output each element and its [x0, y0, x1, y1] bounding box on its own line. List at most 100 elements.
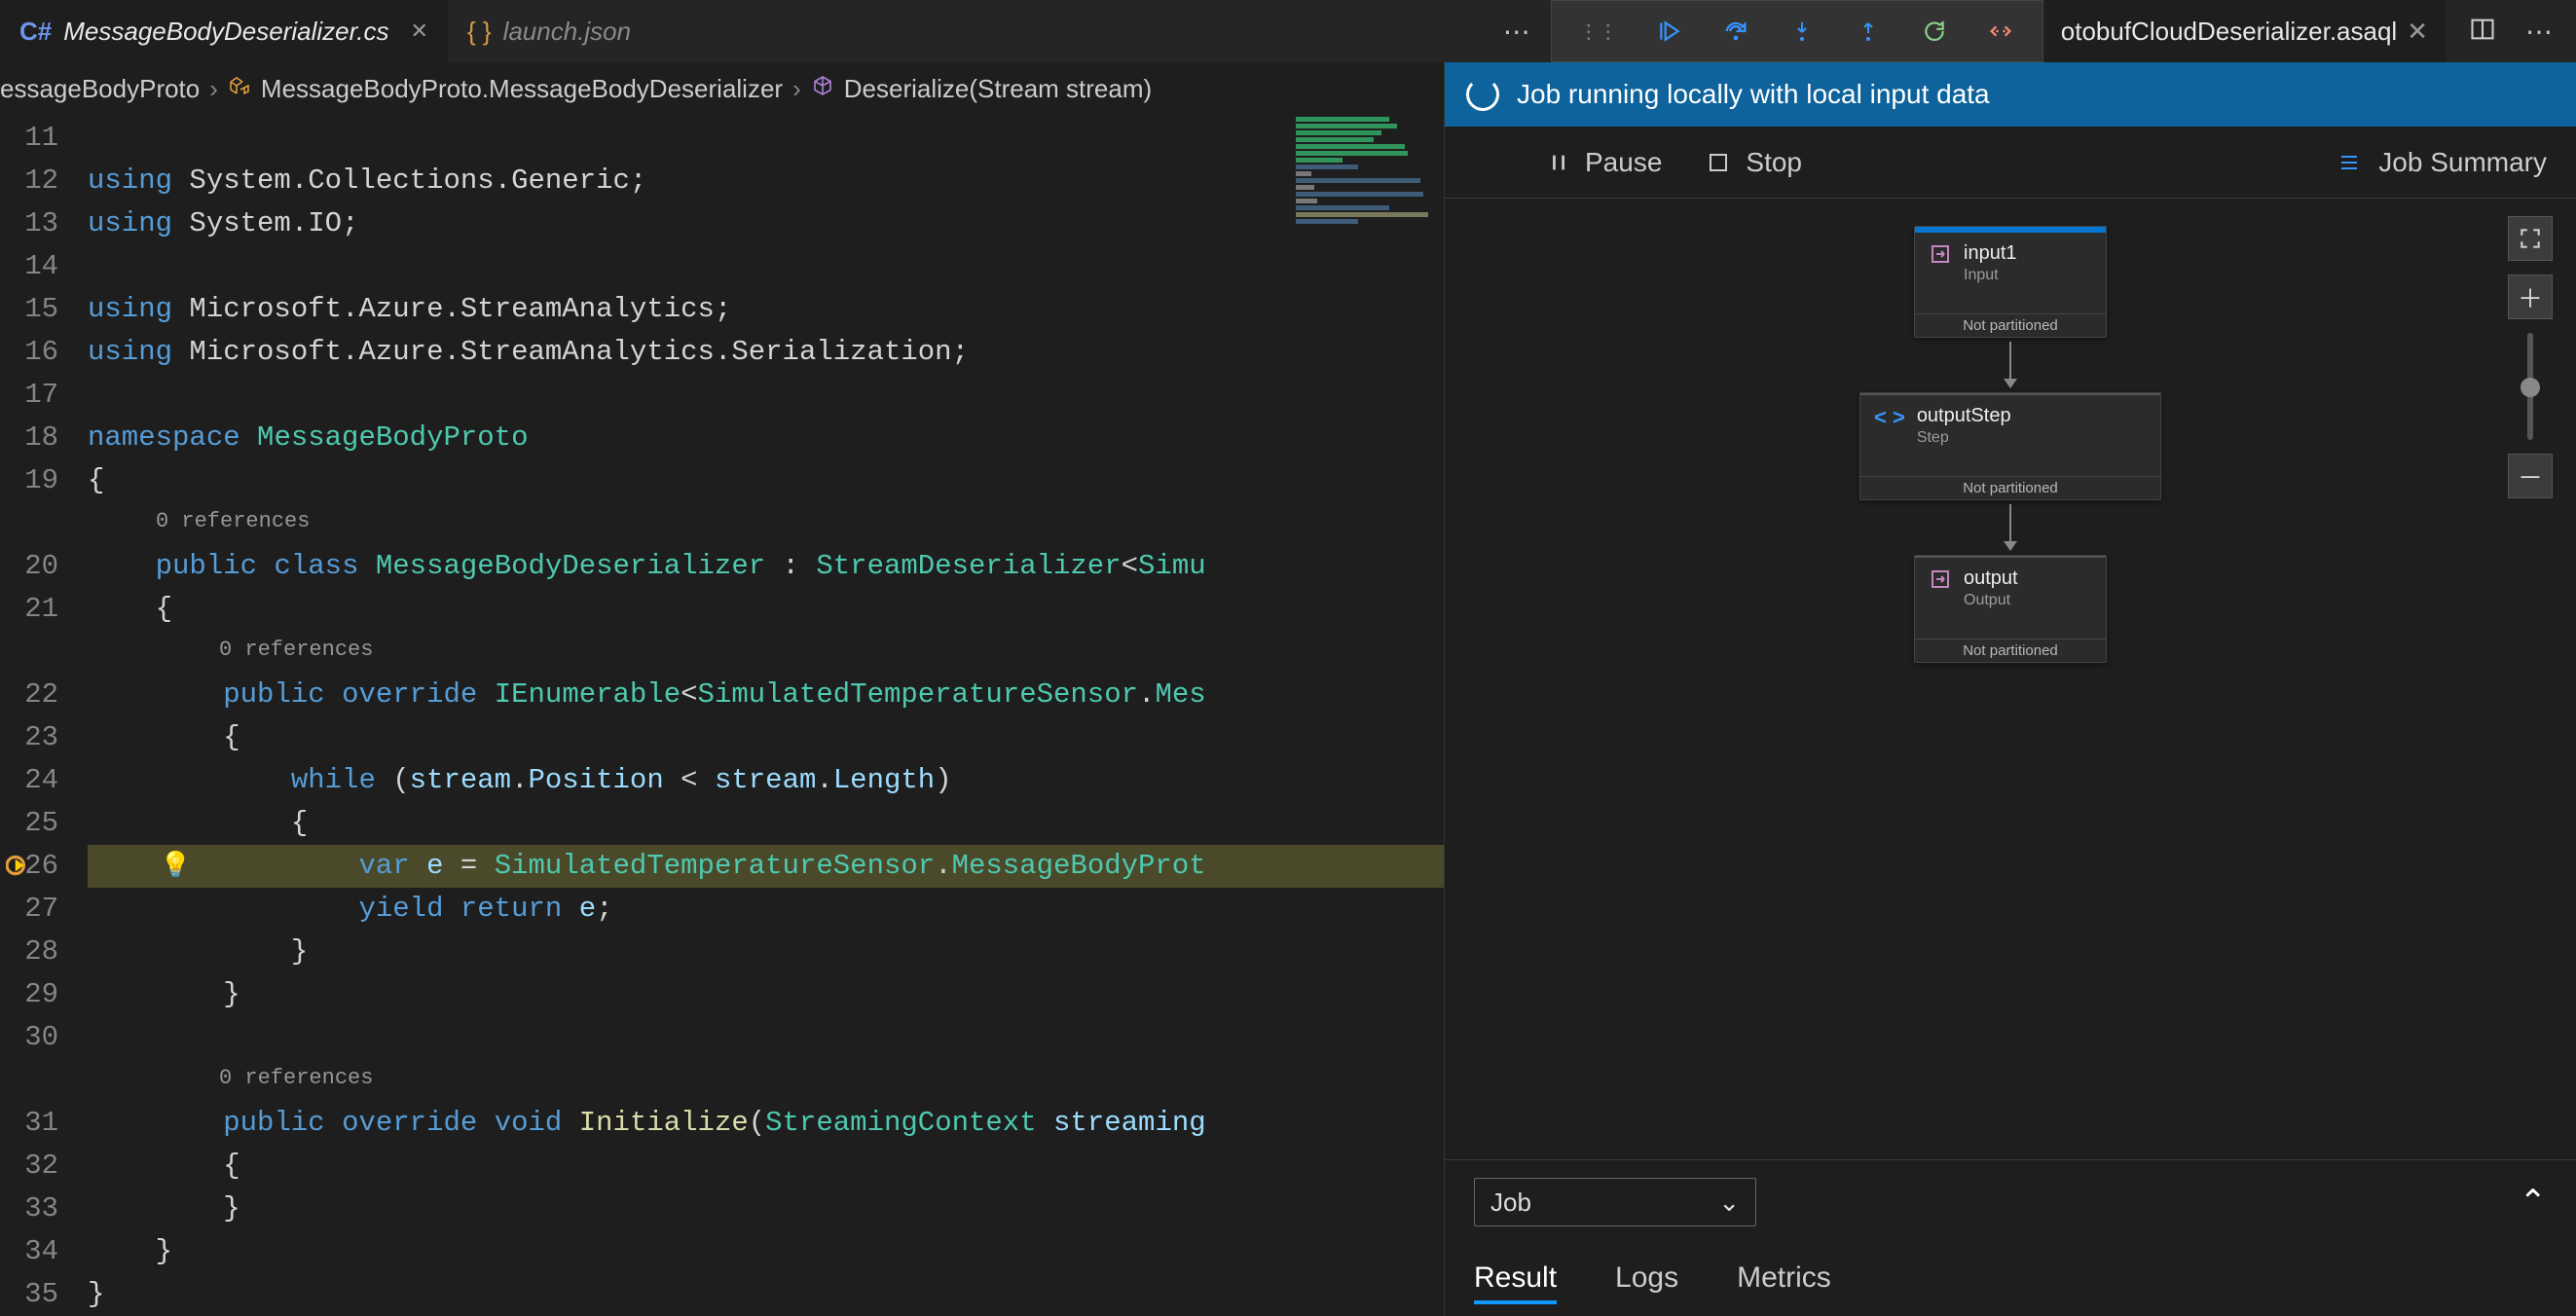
code-line[interactable]: }	[88, 1230, 1444, 1273]
breadcrumb[interactable]: essageBodyProto › MessageBodyProto.Messa…	[0, 62, 1444, 115]
code-line[interactable]: var e = SimulatedTemperatureSensor.Messa…	[88, 845, 1444, 888]
step-into-button[interactable]	[1787, 17, 1817, 46]
disconnect-button[interactable]	[1986, 17, 2015, 46]
codelens-references[interactable]: 0 references	[88, 631, 1444, 674]
code-line[interactable]: while (stream.Position < stream.Length)	[88, 759, 1444, 802]
code-line[interactable]: {	[88, 716, 1444, 759]
line-number: 12	[0, 160, 58, 202]
job-summary-label: Job Summary	[2378, 147, 2547, 178]
line-number: 29	[0, 973, 58, 1016]
zoom-in-button[interactable]: ＋	[2508, 274, 2553, 319]
code-line[interactable]	[88, 117, 1444, 160]
continue-button[interactable]	[1655, 17, 1684, 46]
chevron-up-icon[interactable]: ⌃	[2520, 1183, 2548, 1222]
job-diagram[interactable]: input1 Input Not partitioned < > outputS…	[1445, 199, 2576, 1159]
tab-launch-json[interactable]: { } launch.json	[448, 0, 650, 62]
drag-grip-icon[interactable]: ⋮⋮	[1579, 19, 1618, 44]
breadcrumb-item[interactable]: Deserialize(Stream stream)	[844, 74, 1152, 104]
chevron-down-icon: ⌄	[1718, 1188, 1740, 1218]
code-line[interactable]: yield return e;	[88, 888, 1444, 931]
close-icon[interactable]: ✕	[2407, 17, 2428, 47]
minimap[interactable]	[1288, 115, 1444, 368]
select-value: Job	[1490, 1188, 1531, 1218]
lightbulb-icon[interactable]: 💡	[160, 851, 191, 881]
diagram-node-step[interactable]: < > outputStep Step Not partitioned	[1859, 392, 2161, 500]
result-tab-logs[interactable]: Logs	[1615, 1256, 1678, 1304]
breadcrumb-item[interactable]: essageBodyProto	[0, 74, 200, 104]
method-icon	[811, 74, 834, 104]
tab-overflow-icon[interactable]: ⋯	[1483, 16, 1551, 48]
code-line[interactable]: }	[88, 1273, 1444, 1316]
tab-active-file[interactable]: C# MessageBodyDeserializer.cs ✕	[0, 0, 448, 62]
code-line[interactable]	[88, 1016, 1444, 1059]
line-number: 18	[0, 417, 58, 459]
tab-label: launch.json	[503, 17, 632, 47]
result-tab-result[interactable]: Result	[1474, 1256, 1557, 1304]
code-line[interactable]: }	[88, 973, 1444, 1016]
pause-button[interactable]: Pause	[1548, 147, 1662, 178]
code-line[interactable]: public class MessageBodyDeserializer : S…	[88, 545, 1444, 588]
line-number: 15	[0, 288, 58, 331]
line-number: 34	[0, 1230, 58, 1273]
code-line[interactable]: public override IEnumerable<SimulatedTem…	[88, 674, 1444, 716]
result-tab-metrics[interactable]: Metrics	[1737, 1256, 1831, 1304]
breadcrumb-item[interactable]: MessageBodyProto.MessageBodyDeserializer	[261, 74, 783, 104]
code-line[interactable]: using System.IO;	[88, 202, 1444, 245]
code-line[interactable]: }	[88, 931, 1444, 973]
split-editor-icon[interactable]	[2469, 16, 2496, 48]
codelens-references[interactable]: 0 references	[88, 502, 1444, 545]
result-tabs: Result Logs Metrics	[1474, 1256, 2547, 1304]
more-actions-icon[interactable]: ⋯	[2525, 16, 2553, 48]
code-editor[interactable]: 1112131415161718192021222324252627282930…	[0, 115, 1444, 1316]
code-line[interactable]: using System.Collections.Generic;	[88, 160, 1444, 202]
json-icon: { }	[467, 17, 492, 47]
job-summary-button[interactable]: Job Summary	[2336, 147, 2547, 178]
line-number: 16	[0, 331, 58, 374]
restart-button[interactable]	[1920, 17, 1949, 46]
code-content[interactable]: using System.Collections.Generic;using S…	[88, 115, 1444, 1316]
line-number: 14	[0, 245, 58, 288]
diagram-node-output[interactable]: output Output Not partitioned	[1914, 555, 2107, 663]
code-line[interactable]	[88, 245, 1444, 288]
banner-text: Job running locally with local input dat…	[1517, 79, 1990, 110]
line-number: 20	[0, 545, 58, 588]
line-number: 31	[0, 1102, 58, 1145]
step-over-button[interactable]	[1721, 17, 1750, 46]
step-out-button[interactable]	[1854, 17, 1883, 46]
spinner-icon	[1466, 78, 1499, 111]
code-line[interactable]: {	[88, 1145, 1444, 1188]
job-select-dropdown[interactable]: Job ⌄	[1474, 1178, 1756, 1226]
code-line[interactable]: {	[88, 802, 1444, 845]
line-number: 28	[0, 931, 58, 973]
debug-toolbar: ⋮⋮	[1551, 0, 2043, 62]
zoom-controls: ＋ －	[2508, 216, 2553, 498]
stop-button[interactable]: Stop	[1707, 147, 1802, 178]
diagram-node-input[interactable]: input1 Input Not partitioned	[1914, 226, 2107, 338]
code-line[interactable]: namespace MessageBodyProto	[88, 417, 1444, 459]
code-line[interactable]: {	[88, 459, 1444, 502]
code-line[interactable]: using Microsoft.Azure.StreamAnalytics.Se…	[88, 331, 1444, 374]
line-number: 33	[0, 1188, 58, 1230]
code-line[interactable]: public override void Initialize(Streamin…	[88, 1102, 1444, 1145]
tab-label: MessageBodyDeserializer.cs	[63, 17, 388, 47]
line-number: 13	[0, 202, 58, 245]
job-controls: Pause Stop Job Summary	[1445, 127, 2576, 199]
code-line[interactable]: }	[88, 1188, 1444, 1230]
arrow-icon	[2004, 500, 2017, 555]
code-line[interactable]: using Microsoft.Azure.StreamAnalytics;	[88, 288, 1444, 331]
chevron-right-icon: ›	[209, 74, 218, 104]
tab-asaql-file[interactable]: otobufCloudDeserializer.asaql ✕	[2043, 0, 2446, 62]
line-number-gutter: 1112131415161718192021222324252627282930…	[0, 115, 88, 1316]
node-footer: Not partitioned	[1915, 639, 2106, 662]
code-line[interactable]: {	[88, 588, 1444, 631]
line-number: 22	[0, 674, 58, 716]
line-number: 35	[0, 1273, 58, 1316]
zoom-out-button[interactable]: －	[2508, 454, 2553, 498]
tab-label: otobufCloudDeserializer.asaql	[2061, 17, 2397, 47]
fit-to-screen-button[interactable]	[2508, 216, 2553, 261]
close-icon[interactable]: ✕	[411, 18, 428, 44]
zoom-slider[interactable]	[2527, 333, 2533, 440]
line-number: 32	[0, 1145, 58, 1188]
code-line[interactable]	[88, 374, 1444, 417]
codelens-references[interactable]: 0 references	[88, 1059, 1444, 1102]
